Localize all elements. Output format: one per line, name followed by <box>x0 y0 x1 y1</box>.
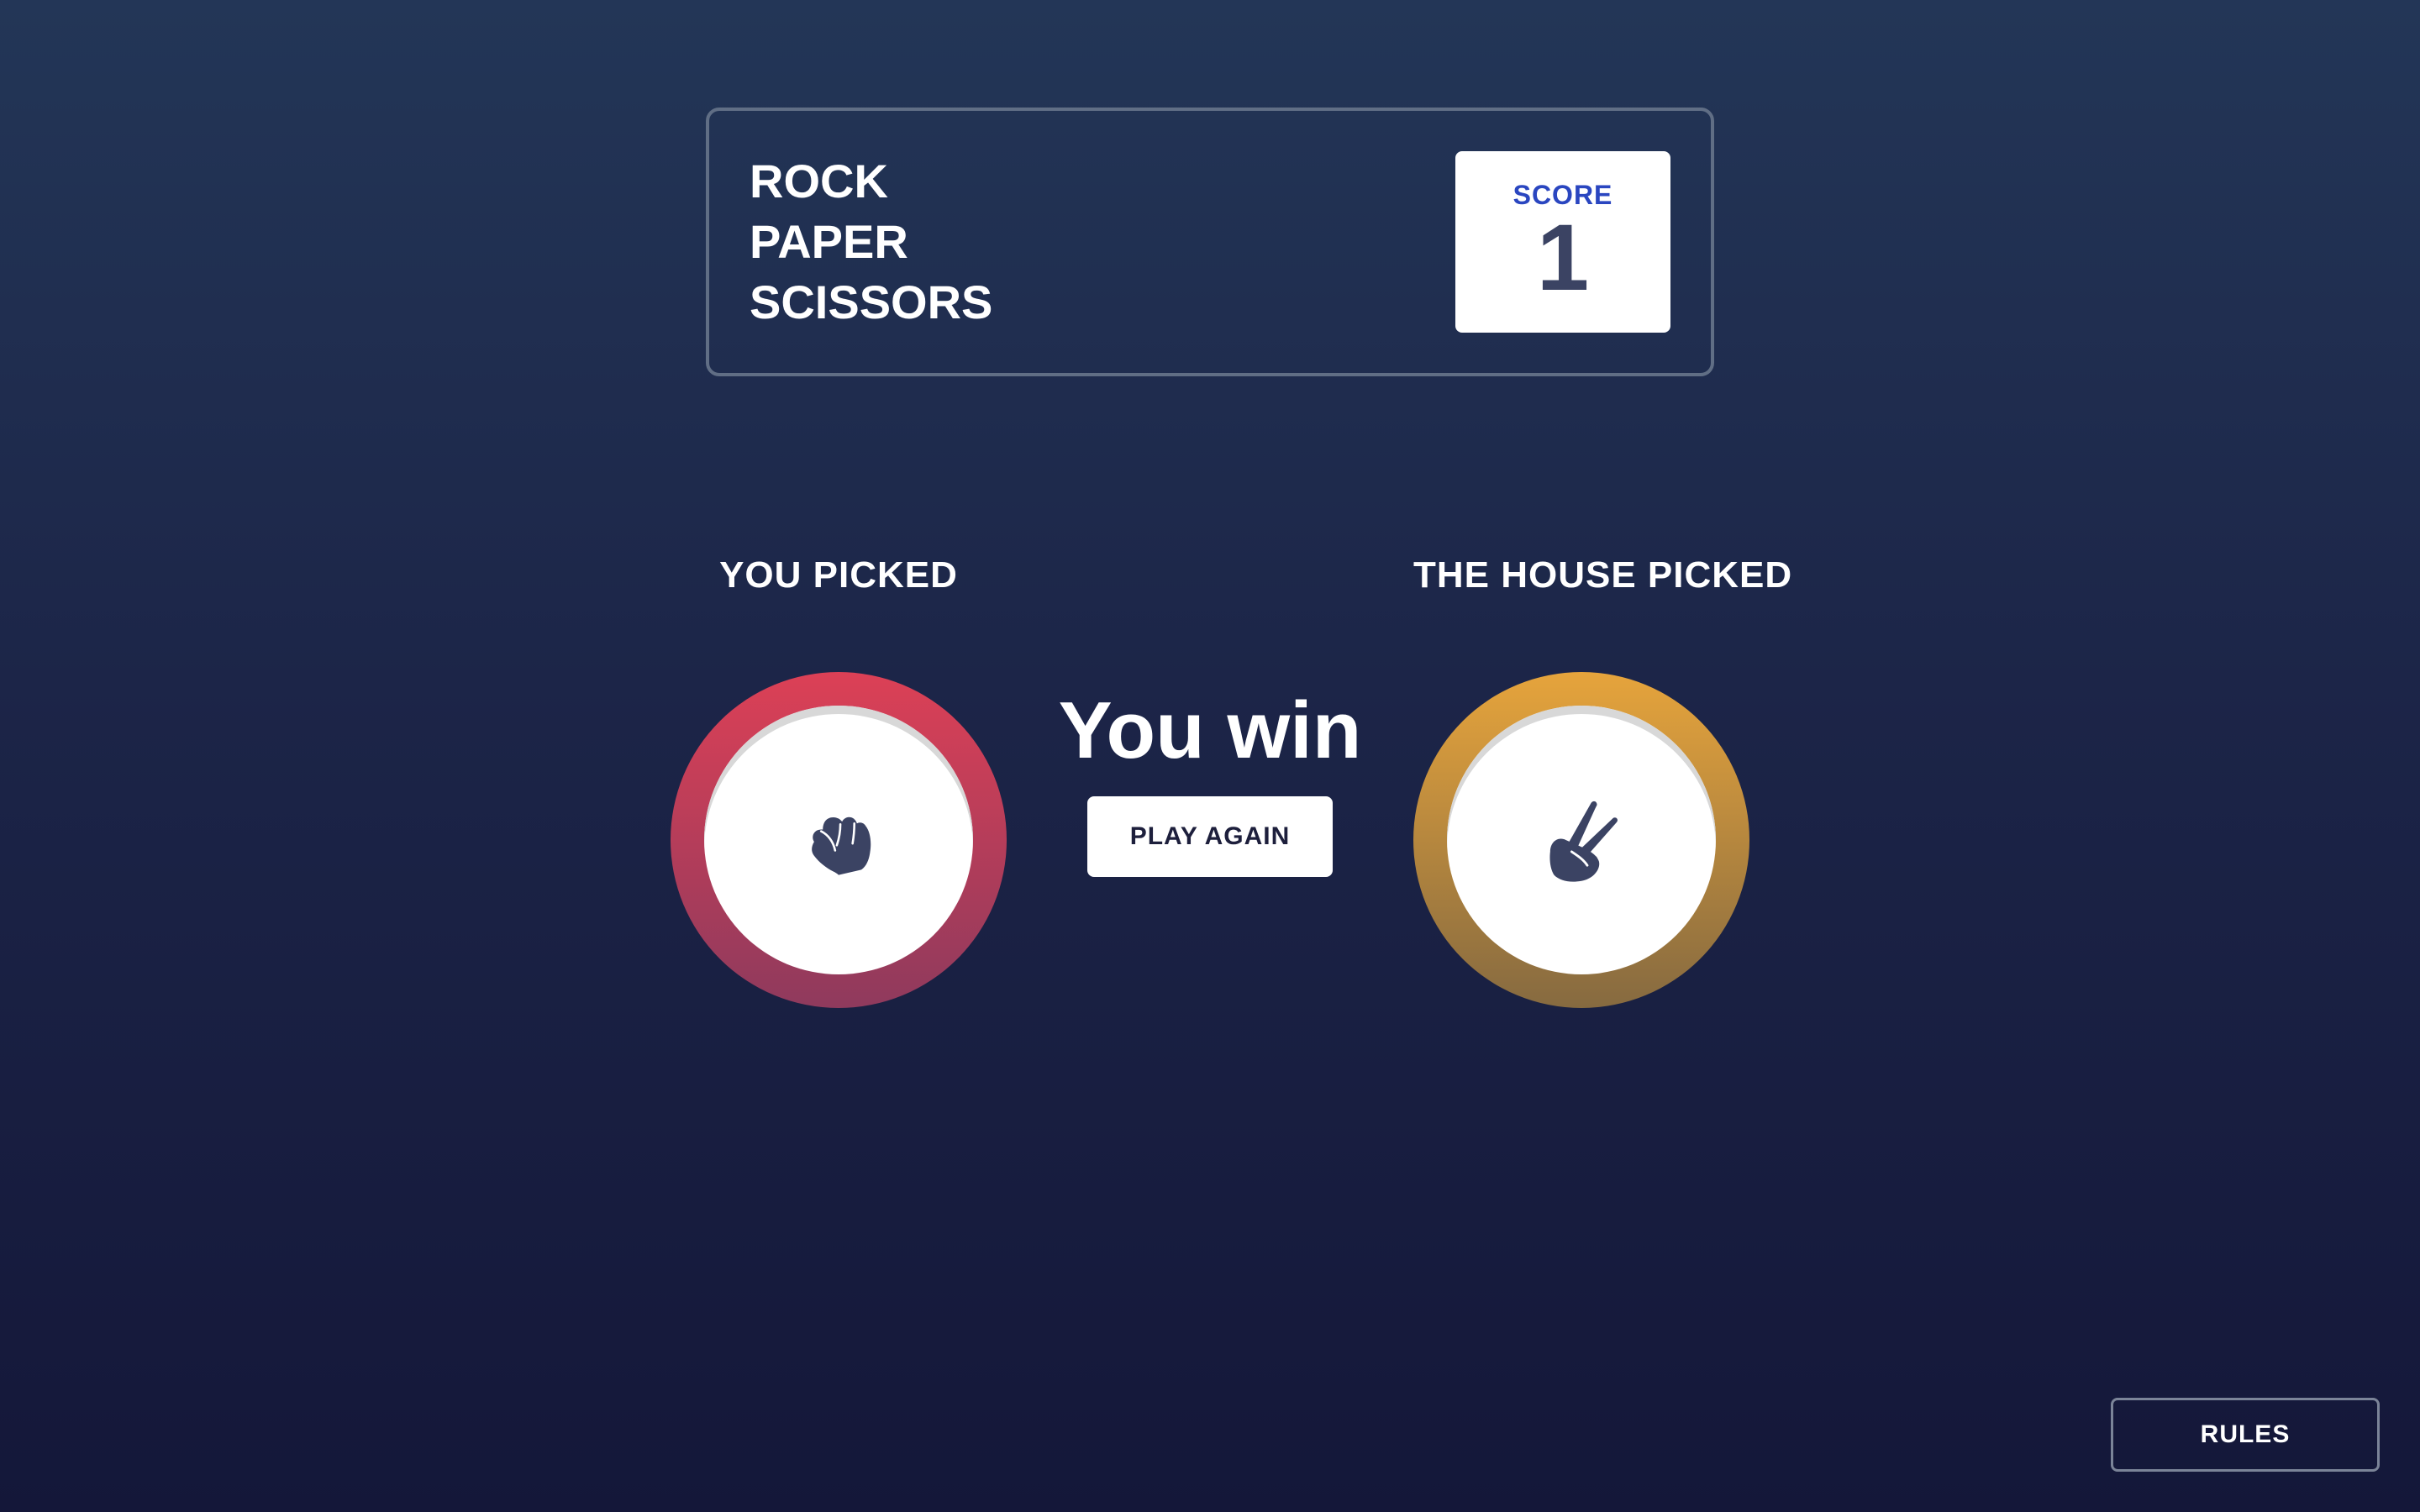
header-scoreboard: ROCK PAPER SCISSORS SCORE 1 <box>706 108 1714 376</box>
rules-button[interactable]: RULES <box>2111 1398 2380 1472</box>
house-pick-scissors-token <box>1413 672 1749 1008</box>
you-picked-label: YOU PICKED <box>719 554 958 596</box>
score-value: 1 <box>1536 204 1590 310</box>
house-picked-label: THE HOUSE PICKED <box>1413 554 1793 596</box>
result-text: You win <box>1058 685 1362 775</box>
player-pick-rock-token-face <box>704 706 973 974</box>
game-title-line-1: ROCK <box>750 155 888 207</box>
play-again-button[interactable]: PLAY AGAIN <box>1087 796 1333 877</box>
player-pick-rock-token <box>671 672 1007 1008</box>
house-pick-scissors-token-face <box>1447 706 1716 974</box>
scissors-hand-icon <box>1549 801 1618 882</box>
rock-fist-icon <box>812 816 871 875</box>
score-box: SCORE 1 <box>1455 151 1670 333</box>
game-title: ROCK PAPER SCISSORS <box>750 151 992 333</box>
result-panel: You win PLAY AGAIN <box>1059 680 1361 877</box>
game-title-line-3: SCISSORS <box>750 276 993 328</box>
game-title-line-2: PAPER <box>750 215 908 268</box>
